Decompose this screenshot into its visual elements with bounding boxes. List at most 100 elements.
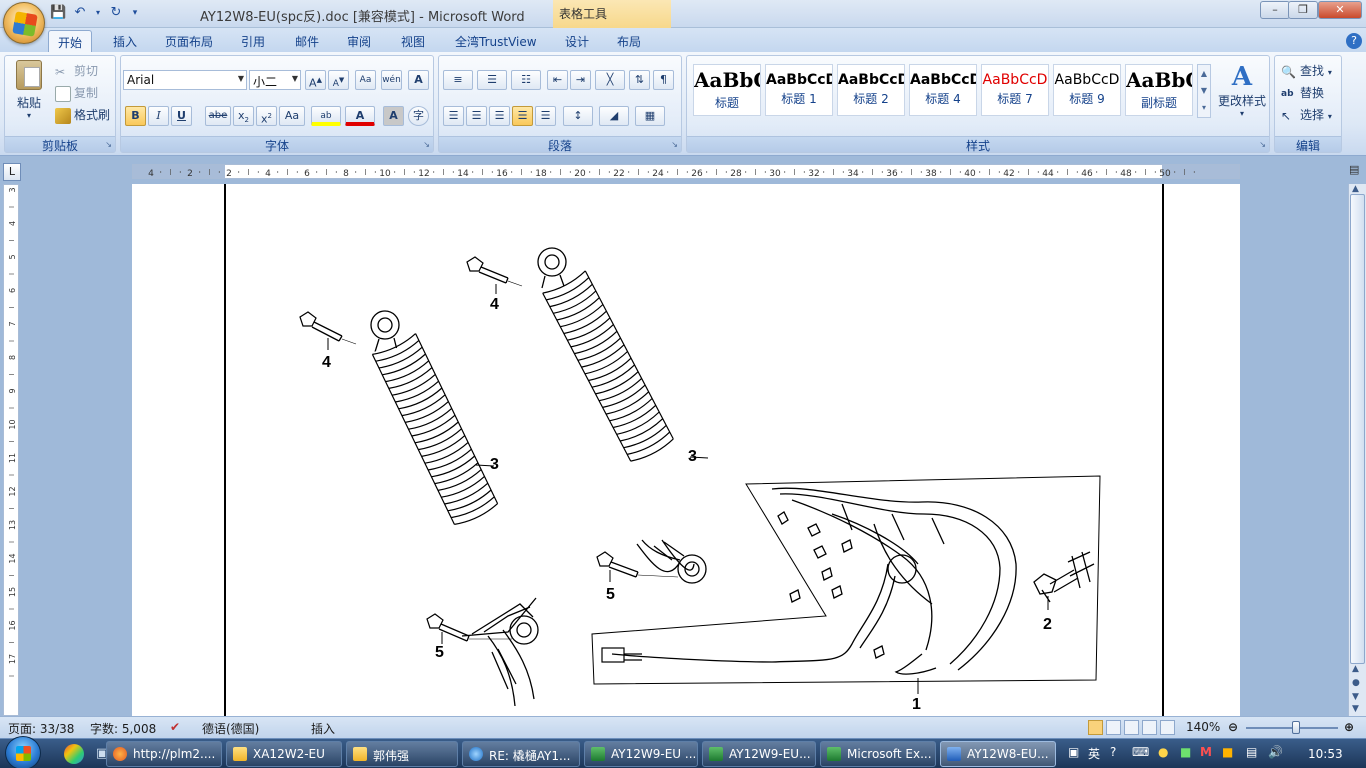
vertical-ruler[interactable]: 3 4 5 6 7 8 9 10 11 12 13 14 15 16 17 bbox=[3, 184, 19, 716]
document-page[interactable]: 4 4 3 3 5 5 2 1 bbox=[132, 184, 1240, 716]
restore-button[interactable]: ❐ bbox=[1288, 1, 1318, 19]
document-area[interactable]: 4 4 3 3 5 5 2 1 bbox=[22, 184, 1348, 716]
clock[interactable]: 10:53 bbox=[1308, 747, 1343, 761]
save-icon[interactable]: 💾 bbox=[50, 5, 66, 21]
draft-view-button[interactable] bbox=[1160, 720, 1175, 735]
ime-language[interactable]: 英 bbox=[1088, 745, 1100, 762]
font-name-combo[interactable]: Arial ▼ bbox=[123, 70, 247, 90]
taskbar-item-excel-2[interactable]: AY12W9-EU... bbox=[702, 741, 816, 767]
cut-button[interactable]: ✂ 剪切 bbox=[55, 62, 98, 80]
highlight-button[interactable]: ab bbox=[311, 106, 341, 126]
style-heading-4[interactable]: AaBbCcD 标题 4 bbox=[909, 64, 977, 116]
subscript-button[interactable]: x2 bbox=[233, 106, 254, 126]
tab-view[interactable]: 视图 bbox=[392, 30, 434, 52]
fullscreen-reading-view-button[interactable] bbox=[1106, 720, 1121, 735]
styles-scroll[interactable]: ▲ ▼ ▾ bbox=[1197, 64, 1211, 118]
outline-view-button[interactable] bbox=[1142, 720, 1157, 735]
undo-dropdown-icon[interactable]: ▾ bbox=[94, 5, 102, 21]
select-button[interactable]: ↖ 选择 ▾ bbox=[1281, 106, 1332, 124]
copy-button[interactable]: 复制 bbox=[55, 84, 98, 102]
increase-indent-button[interactable]: ⇥ bbox=[570, 70, 591, 90]
zoom-level[interactable]: 140% bbox=[1186, 720, 1220, 734]
font-size-combo[interactable]: 小二 ▼ bbox=[249, 70, 301, 90]
distributed-button[interactable]: ☰ bbox=[535, 106, 556, 126]
style-heading-1[interactable]: AaBbCcD 标题 1 bbox=[765, 64, 833, 116]
font-launcher-icon[interactable]: ↘ bbox=[423, 140, 430, 149]
tab-review[interactable]: 审阅 bbox=[338, 30, 380, 52]
bullets-button[interactable]: ≡ bbox=[443, 70, 473, 90]
minimize-button[interactable]: – bbox=[1260, 1, 1290, 19]
tab-trustview[interactable]: 全湾TrustView bbox=[446, 30, 546, 52]
start-button[interactable] bbox=[5, 736, 41, 768]
taskbar-item-firefox[interactable]: http://plm2.... bbox=[106, 741, 222, 767]
line-spacing-button[interactable]: ↕ bbox=[563, 106, 593, 126]
align-center-button[interactable]: ☰ bbox=[466, 106, 487, 126]
chinese-layout-button[interactable]: ╳ bbox=[595, 70, 625, 90]
horizontal-ruler[interactable]: 4 2 2 4 6 8 10 12 14 16 18 20 22 24 26 28 30 32 34 36 38 40 42… bbox=[132, 164, 1240, 179]
multilevel-list-button[interactable]: ☷ bbox=[511, 70, 541, 90]
clipboard-launcher-icon[interactable]: ↘ bbox=[105, 140, 112, 149]
phonetic-guide-button[interactable]: wén bbox=[381, 70, 402, 90]
zoom-in-icon[interactable]: ⊕ bbox=[1344, 720, 1354, 734]
show-marks-button[interactable]: ¶ bbox=[653, 70, 674, 90]
style-heading-7[interactable]: AaBbCcD 标题 7 bbox=[981, 64, 1049, 116]
print-layout-view-button[interactable] bbox=[1088, 720, 1103, 735]
font-color-button[interactable]: A bbox=[345, 106, 375, 126]
sort-button[interactable]: ⇅ bbox=[629, 70, 650, 90]
ime-icon[interactable]: ▣ bbox=[1068, 745, 1079, 759]
clear-format-button[interactable]: Aa bbox=[355, 70, 376, 90]
tab-insert[interactable]: 插入 bbox=[104, 30, 146, 52]
word-count[interactable]: 字数: 5,008 bbox=[90, 720, 156, 737]
style-subtitle[interactable]: AaBbC副标题 bbox=[1125, 64, 1193, 116]
taskbar-item-excel-3[interactable]: Microsoft Ex... bbox=[820, 741, 936, 767]
insert-mode[interactable]: 插入 bbox=[311, 720, 335, 737]
zoom-slider-thumb[interactable] bbox=[1292, 721, 1300, 734]
proofing-icon[interactable]: ✔ bbox=[170, 720, 180, 734]
view-ruler-icon[interactable]: ▤ bbox=[1349, 163, 1363, 179]
shading-button[interactable]: ◢ bbox=[599, 106, 629, 126]
align-right-button[interactable]: ☰ bbox=[489, 106, 510, 126]
customize-qat-icon[interactable]: ▾ bbox=[130, 5, 140, 21]
char-border-button[interactable]: A bbox=[408, 70, 429, 90]
paragraph-launcher-icon[interactable]: ↘ bbox=[671, 140, 678, 149]
styles-launcher-icon[interactable]: ↘ bbox=[1259, 140, 1266, 149]
keyboard-icon[interactable]: ⌨ bbox=[1132, 745, 1149, 759]
zoom-out-icon[interactable]: ⊖ bbox=[1228, 720, 1238, 734]
change-styles-button[interactable]: A 更改样式 ▾ bbox=[1215, 62, 1269, 118]
taskbar-item-mail[interactable]: RE: 橇樋AY1... bbox=[462, 741, 580, 767]
align-left-button[interactable]: ☰ bbox=[443, 106, 464, 126]
taskbar-item-word[interactable]: AY12W8-EU... bbox=[940, 741, 1056, 767]
mail-app-icon[interactable]: M bbox=[1200, 745, 1212, 759]
char-shading-button[interactable]: A bbox=[383, 106, 404, 126]
tab-design[interactable]: 设计 bbox=[556, 30, 598, 52]
format-painter-button[interactable]: 格式刷 bbox=[55, 106, 110, 124]
network-icon[interactable]: ▤ bbox=[1246, 745, 1257, 759]
security-icon[interactable]: ● bbox=[1158, 745, 1168, 759]
numbering-button[interactable]: ☰ bbox=[477, 70, 507, 90]
tab-mailings[interactable]: 邮件 bbox=[286, 30, 328, 52]
web-layout-view-button[interactable] bbox=[1124, 720, 1139, 735]
grow-font-button[interactable]: A▲ bbox=[305, 70, 326, 90]
justify-button[interactable]: ☰ bbox=[512, 106, 533, 126]
tab-home[interactable]: 开始 bbox=[48, 30, 93, 52]
taskbar-item-folder-2[interactable]: 郭伟强 bbox=[346, 741, 458, 767]
prev-page-icon[interactable]: ▲ bbox=[1352, 664, 1359, 674]
superscript-button[interactable]: x2 bbox=[256, 106, 277, 126]
pinned-app-icon[interactable] bbox=[64, 744, 84, 764]
replace-button[interactable]: ab 替换 bbox=[1281, 84, 1324, 102]
enclose-char-button[interactable]: 字 bbox=[408, 106, 429, 126]
change-case-button[interactable]: Aa bbox=[279, 106, 305, 126]
tab-page-layout[interactable]: 页面布局 bbox=[156, 30, 222, 52]
help-tray-icon[interactable]: ? bbox=[1110, 745, 1116, 759]
bold-button[interactable]: B bbox=[125, 106, 146, 126]
page-count[interactable]: 页面: 33/38 bbox=[8, 720, 74, 737]
close-button[interactable]: ✕ bbox=[1318, 1, 1362, 19]
style-title[interactable]: AaBbC标题 bbox=[693, 64, 761, 116]
volume-icon[interactable]: 🔊 bbox=[1268, 745, 1283, 759]
browse-object-icon[interactable]: ● bbox=[1352, 678, 1360, 688]
redo-icon[interactable]: ↻ bbox=[108, 5, 124, 21]
office-button[interactable] bbox=[3, 2, 45, 44]
undo-icon[interactable]: ↶ bbox=[72, 5, 88, 21]
taskbar-item-folder-1[interactable]: XA12W2-EU bbox=[226, 741, 342, 767]
help-icon[interactable]: ? bbox=[1346, 33, 1362, 49]
